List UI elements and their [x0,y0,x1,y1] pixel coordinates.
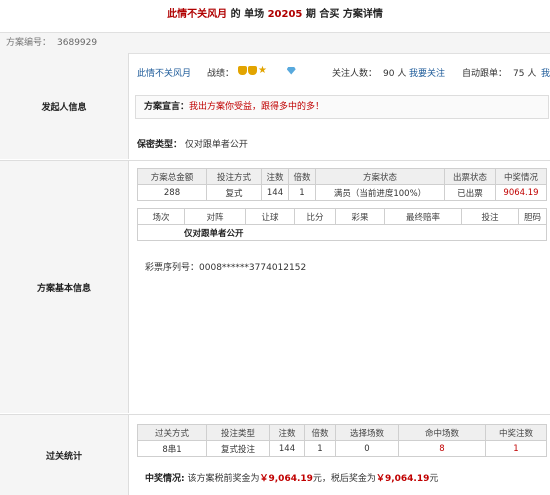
cell-pass-type: 8串1 [137,440,207,457]
follow-count-label: 关注人数： [332,69,378,79]
win-text-2: 元，税后奖金为 [312,474,376,484]
plan-info-section-label: 方案基本信息 [0,161,129,413]
cell-prize: 9064.19 [495,184,547,201]
win-text-1: 该方案税前奖金为 [187,474,260,484]
match-table: 场次 对阵 让球 比分 彩果 最终赔率 投注 胆码 仅对跟单者公开 [137,208,547,241]
after-tax-prize: ￥9,064.19 [375,474,430,484]
record-badges: ★ [238,65,296,76]
cell-winning-bets: 1 [485,440,547,457]
cell-ticket-status: 已出票 [444,184,496,201]
plan-number-bar: 方案编号： 3689929 [0,32,550,54]
header-cell: 倍数 [288,168,316,185]
pass-stats-section-label: 过关统计 [0,415,129,495]
title-text-2: 期 合买 方案详情 [305,9,383,20]
secret-type-value: 仅对跟单者公开 [184,140,248,150]
pass-stats-section-label-text: 过关统计 [45,451,82,462]
cell-status: 满员（当前进度100%） [315,184,445,201]
initiator-name-link[interactable]: 此情不关风月 [137,66,191,79]
secret-type-label: 保密类型： [137,140,183,150]
win-text-3: 元 [429,474,439,484]
cell-amount: 288 [137,184,207,201]
star-icon: ★ [258,65,267,76]
declaration-label: 方案宣言： [144,102,190,112]
auto-follow-label: 自动跟单： [462,69,508,79]
header-cell: 命中场数 [398,424,486,441]
header-cell: 让球 [245,208,295,225]
cell-bet-method: 复式 [206,184,262,201]
header-cell: 中奖情况 [495,168,547,185]
cell-bet-type: 复式投注 [206,440,270,457]
plan-number-label: 方案编号： [6,38,52,48]
header-cell: 出票状态 [444,168,496,185]
table-row: 仅对跟单者公开 [137,224,547,241]
header-cell: 过关方式 [137,424,207,441]
title-issue: 20205 [267,9,303,20]
initiator-section-label: 发起人信息 [0,53,129,159]
auto-follow-link[interactable]: 我 [541,66,550,79]
header-cell: 投注 [461,208,519,225]
header-cell: 对阵 [184,208,246,225]
secret-type: 保密类型： 仅对跟单者公开 [137,137,248,150]
header-cell: 注数 [261,168,289,185]
plan-summary-table: 方案总金额 投注方式 注数 倍数 方案状态 出票状态 中奖情况 288 复式 1… [137,168,547,201]
header-cell: 方案总金额 [137,168,207,185]
follow-count: 90 人 [383,69,407,79]
table-header-row: 过关方式 投注类型 注数 倍数 选择场数 命中场数 中奖注数 [137,424,547,441]
cell-multiple: 1 [304,440,336,457]
pre-tax-prize: ￥9,064.19 [259,474,313,484]
header-cell: 方案状态 [315,168,445,185]
initiator-section-label-text: 发起人信息 [41,102,87,113]
title-username[interactable]: 此情不关风月 [167,9,227,20]
cell-selected: 0 [335,440,399,457]
plan-number-value: 3689929 [57,38,98,48]
header-cell: 最终赔率 [384,208,462,225]
page-title: 此情不关风月 的 单场 20205 期 合买 方案详情 [0,0,550,30]
plan-info-section-label-text: 方案基本信息 [36,283,91,294]
diamond-icon [286,66,296,75]
table-header-row: 场次 对阵 让球 比分 彩果 最终赔率 投注 胆码 [137,208,547,225]
cell-bets: 144 [261,184,289,201]
trophy-icon [238,66,247,75]
header-cell: 中奖注数 [485,424,547,441]
ticket-serial-value: 0008******3774012152 [199,263,307,273]
declaration-text: 我出方案你受益，跟得多中的多！ [189,102,325,112]
table-row: 288 复式 144 1 满员（当前进度100%） 已出票 9064.19 [137,184,547,201]
declaration-box: 方案宣言：我出方案你受益，跟得多中的多！ [135,95,549,119]
header-cell: 投注类型 [206,424,270,441]
win-summary-label: 中奖情况: [145,474,185,484]
header-cell: 倍数 [304,424,336,441]
header-cell: 比分 [294,208,336,225]
header-cell: 彩果 [335,208,385,225]
record-label: 战绩： [207,69,235,79]
cell-multiple: 1 [288,184,316,201]
follow-link[interactable]: 我要关注 [409,66,445,79]
ticket-serial: 彩票序列号：0008******3774012152 [145,260,306,273]
table-header-row: 方案总金额 投注方式 注数 倍数 方案状态 出票状态 中奖情况 [137,168,547,185]
header-cell: 投注方式 [206,168,262,185]
match-private-note: 仅对跟单者公开 [137,224,547,241]
trophy-icon [248,66,257,75]
header-cell: 胆码 [518,208,547,225]
title-text-1: 的 单场 [230,9,265,20]
header-cell: 注数 [269,424,305,441]
win-summary: 中奖情况: 该方案税前奖金为￥9,064.19元，税后奖金为￥9,064.19元 [145,471,438,484]
cell-bets: 144 [269,440,305,457]
header-cell: 场次 [137,208,185,225]
auto-follow-count: 75 人 [513,69,537,79]
pass-stats-table: 过关方式 投注类型 注数 倍数 选择场数 命中场数 中奖注数 8串1 复式投注 … [137,424,547,457]
ticket-serial-label: 彩票序列号： [145,263,200,273]
table-row: 8串1 复式投注 144 1 0 8 1 [137,440,547,457]
header-cell: 选择场数 [335,424,399,441]
cell-hit: 8 [398,440,486,457]
